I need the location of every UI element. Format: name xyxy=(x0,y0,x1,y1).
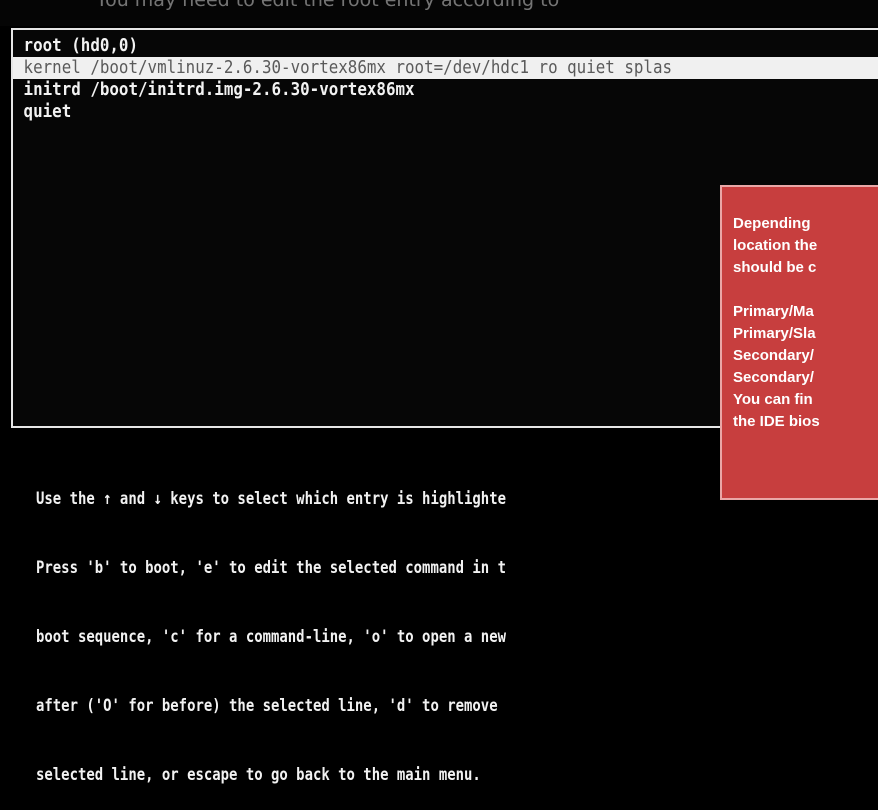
note-line: Primary/Ma xyxy=(733,303,814,320)
note-line: Depending xyxy=(733,215,811,232)
note-line: You can fin xyxy=(733,391,813,408)
cropped-caption-text: You may need to edit the root entry acco… xyxy=(96,0,560,11)
cropped-caption-strip: You may need to edit the root entry acco… xyxy=(0,0,878,26)
grub-entry-quiet[interactable]: quiet xyxy=(13,101,878,123)
grub-help-text: Use the ↑ and ↓ keys to select which ent… xyxy=(36,442,506,810)
grub-entry-kernel-selected[interactable]: kernel /boot/vmlinuz-2.6.30-vortex86mx r… xyxy=(13,57,878,79)
note-line: the IDE bios xyxy=(733,413,820,430)
help-line: after ('O' for before) the selected line… xyxy=(36,696,498,716)
help-line: Press 'b' to boot, 'e' to edit the selec… xyxy=(36,558,506,578)
note-line: Secondary/ xyxy=(733,369,814,386)
annotation-note-box: Depending location the should be c Prima… xyxy=(720,185,878,500)
note-line: should be c xyxy=(733,259,817,276)
note-line: location the xyxy=(733,237,818,254)
note-spacer xyxy=(733,279,878,301)
grub-entry-root[interactable]: root (hd0,0) xyxy=(13,35,878,57)
note-line: Secondary/ xyxy=(733,347,814,364)
help-line: selected line, or escape to go back to t… xyxy=(36,765,481,785)
help-line: boot sequence, 'c' for a command-line, '… xyxy=(36,627,506,647)
help-line: Use the ↑ and ↓ keys to select which ent… xyxy=(36,489,506,509)
annotation-note-text: Depending location the should be c Prima… xyxy=(733,213,878,433)
grub-entry-initrd[interactable]: initrd /boot/initrd.img-2.6.30-vortex86m… xyxy=(13,79,878,101)
grub-entry-list: root (hd0,0) kernel /boot/vmlinuz-2.6.30… xyxy=(13,35,878,123)
note-line: Primary/Sla xyxy=(733,325,816,342)
